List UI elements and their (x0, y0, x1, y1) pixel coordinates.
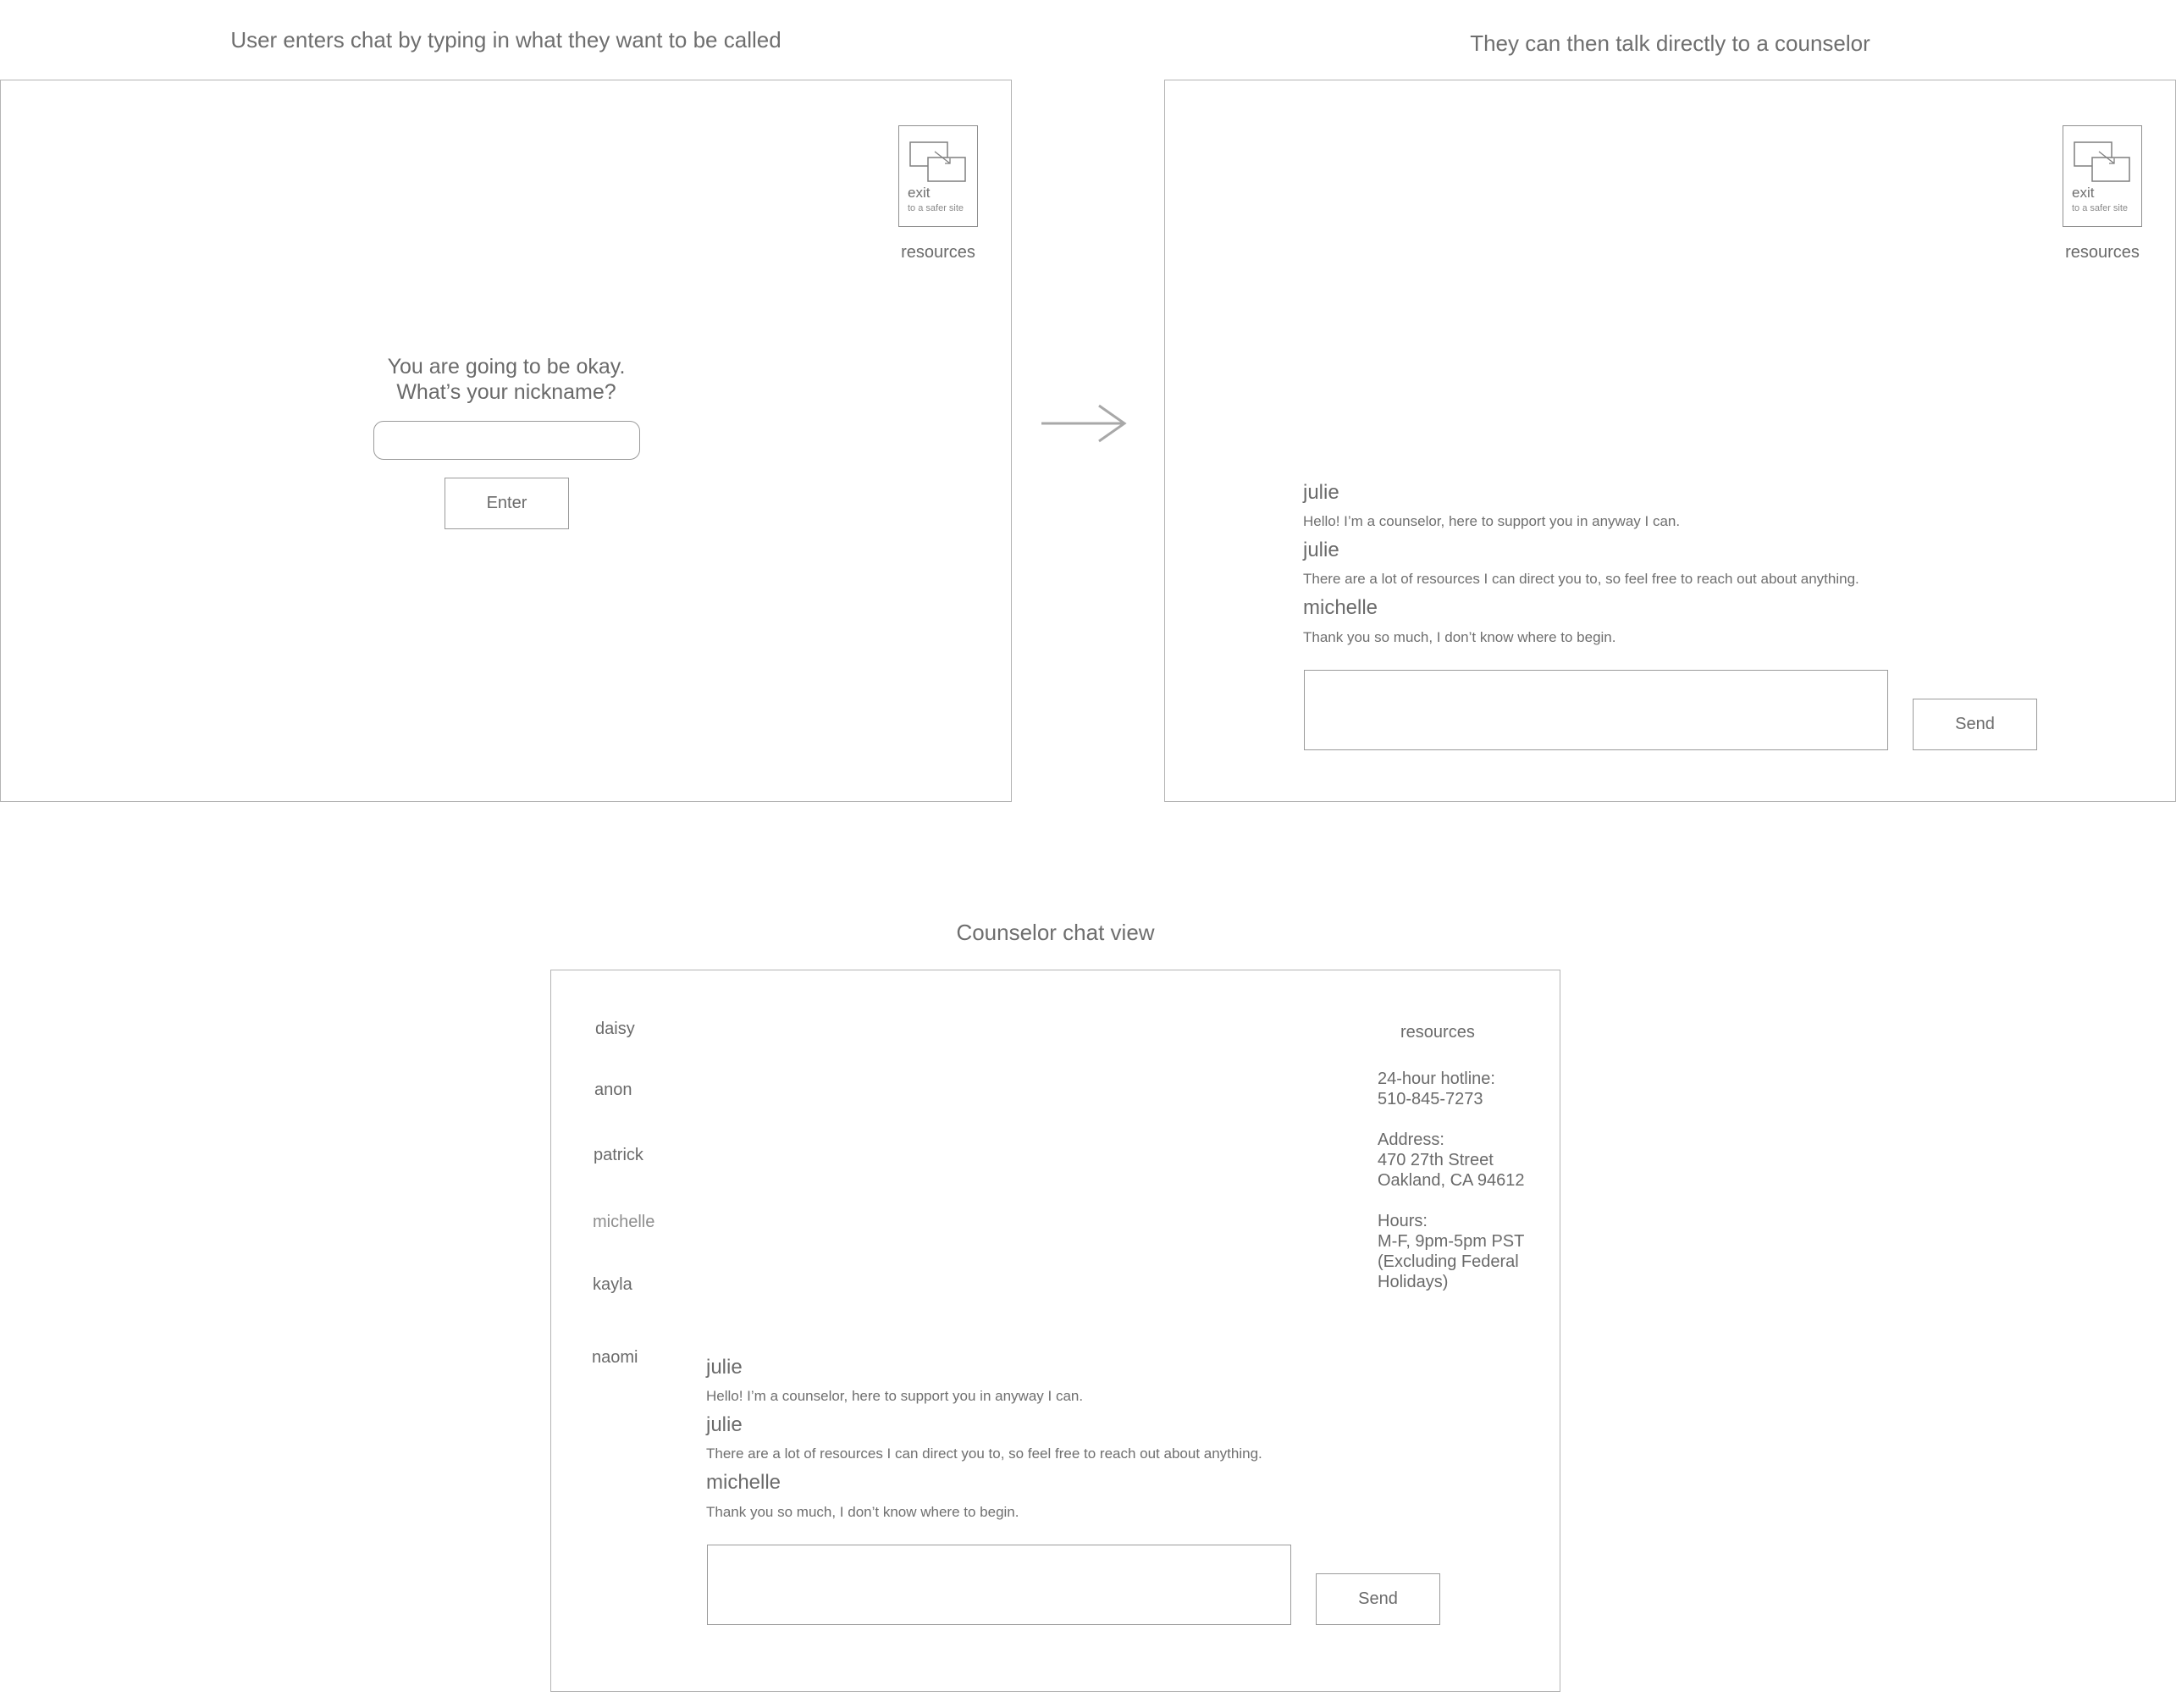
message-text: Thank you so much, I don’t know where to… (706, 1504, 1019, 1520)
address-line-1: 470 27th Street (1378, 1151, 1494, 1169)
send-button[interactable]: Send (1316, 1573, 1440, 1625)
resources-link[interactable]: resources (2037, 243, 2168, 263)
exit-label: exit (2072, 185, 2095, 201)
message-text: Thank you so much, I don’t know where to… (1303, 629, 1616, 645)
prompt-line-2: What’s your nickname? (396, 380, 616, 404)
exit-windows-icon (909, 141, 966, 182)
hours-label: Hours: (1378, 1212, 1428, 1230)
user-list-item[interactable]: daisy (595, 1020, 635, 1039)
entry-screen-frame: exit to a safer site resources You are g… (0, 80, 1012, 802)
message-text: Hello! I’m a counselor, here to support … (706, 1388, 1084, 1404)
user-chat-frame: exit to a safer site resources julie Hel… (1164, 80, 2176, 802)
resources-link[interactable]: resources (873, 243, 1003, 263)
hours-line-3: Holidays) (1378, 1273, 1449, 1291)
hours-line-2: (Excluding Federal (1378, 1252, 1519, 1271)
caption-entry: User enters chat by typing in what they … (230, 27, 781, 53)
user-list-item[interactable]: patrick (594, 1146, 643, 1165)
exit-windows-icon (2074, 141, 2130, 182)
user-list-item[interactable]: kayla (593, 1275, 632, 1295)
user-list-item-selected[interactable]: michelle (593, 1213, 654, 1232)
message-sender: julie (1303, 539, 1339, 561)
user-list-item[interactable]: anon (594, 1081, 632, 1100)
user-list-item[interactable]: naomi (592, 1348, 638, 1368)
nickname-input[interactable] (373, 421, 640, 460)
message-sender: michelle (1303, 596, 1378, 619)
resources-title[interactable]: resources (1400, 1023, 1475, 1042)
hotline-number: 510-845-7273 (1378, 1090, 1483, 1108)
message-sender: julie (706, 1356, 743, 1379)
message-input[interactable] (707, 1545, 1291, 1625)
send-button[interactable]: Send (1913, 699, 2037, 750)
message-text: There are a lot of resources I can direc… (706, 1445, 1262, 1462)
hotline-label: 24-hour hotline: (1378, 1070, 1495, 1088)
exit-sublabel: to a safer site (908, 203, 964, 213)
hours-line-1: M-F, 9pm-5pm PST (1378, 1232, 1525, 1251)
caption-chat: They can then talk directly to a counsel… (1470, 30, 1870, 56)
counselor-chat-frame: daisy anon patrick michelle kayla naomi … (550, 970, 1560, 1692)
address-line-2: Oakland, CA 94612 (1378, 1171, 1525, 1190)
message-sender: michelle (706, 1471, 781, 1494)
right-arrow-icon (1041, 404, 1127, 443)
exit-button[interactable]: exit to a safer site (2063, 125, 2142, 227)
message-sender: julie (1303, 481, 1339, 504)
enter-button[interactable]: Enter (445, 478, 569, 529)
caption-counselor: Counselor chat view (956, 920, 1155, 945)
message-text: There are a lot of resources I can direc… (1303, 571, 1859, 587)
message-text: Hello! I’m a counselor, here to support … (1303, 513, 1681, 529)
prompt-line-1: You are going to be okay. (387, 355, 626, 379)
address-label: Address: (1378, 1130, 1444, 1149)
exit-button[interactable]: exit to a safer site (898, 125, 978, 227)
exit-label: exit (908, 185, 931, 201)
message-sender: julie (706, 1413, 743, 1436)
exit-sublabel: to a safer site (2072, 203, 2129, 213)
message-input[interactable] (1304, 670, 1888, 750)
